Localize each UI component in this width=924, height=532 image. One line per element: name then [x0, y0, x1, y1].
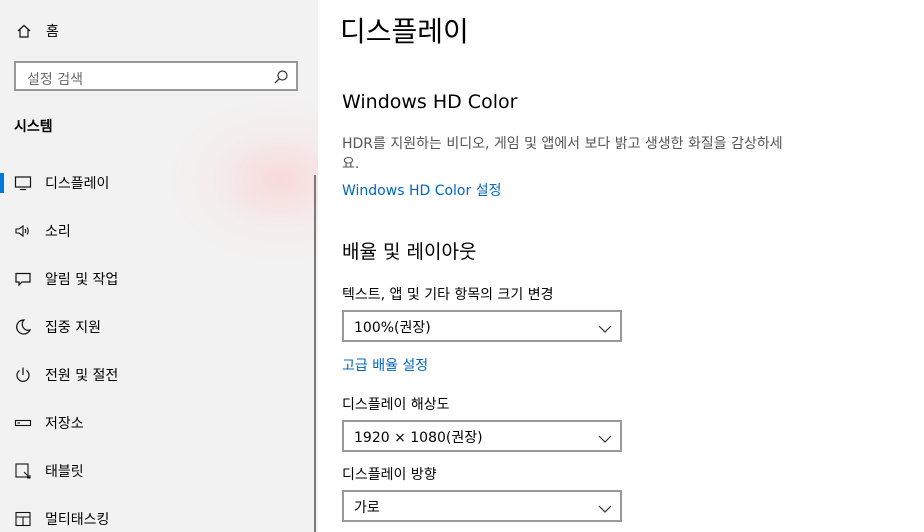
sidebar-item-focus-assist[interactable]: 집중 지원: [0, 309, 310, 345]
home-nav[interactable]: 홈: [14, 18, 59, 44]
scale-value: 100%(권장): [354, 320, 431, 336]
sidebar-item-label: 소리: [45, 224, 71, 240]
message-icon: [13, 269, 33, 289]
page-title: 디스플레이: [340, 15, 469, 48]
home-label: 홈: [46, 24, 59, 40]
advanced-scaling-link[interactable]: 고급 배율 설정: [342, 355, 428, 375]
chevron-down-icon: [598, 320, 612, 333]
hdr-description: HDR를 지원하는 비디오, 게임 및 앱에서 보다 밝고 생생한 화질을 감상…: [342, 136, 783, 172]
orientation-value: 가로: [354, 500, 380, 516]
sidebar: 홈 설정 검색 시스템 디스플레이 소리 알림 및 작업 집중 지원 전원 및 …: [0, 0, 318, 532]
chevron-down-icon: [598, 430, 612, 443]
sidebar-scrollbar[interactable]: [314, 175, 316, 532]
main-content: 디스플레이 Windows HD Color HDR를 지원하는 비디오, 게임…: [318, 0, 924, 532]
resolution-dropdown[interactable]: 1920 × 1080(권장): [342, 420, 622, 452]
moon-icon: [13, 317, 33, 337]
sidebar-item-sound[interactable]: 소리: [0, 213, 310, 249]
scale-label: 텍스트, 앱 및 기타 항목의 크기 변경: [342, 287, 554, 303]
sidebar-item-label: 알림 및 작업: [45, 272, 119, 288]
sidebar-item-multitasking[interactable]: 멀티태스킹: [0, 501, 310, 532]
scale-layout-heading: 배율 및 레이아웃: [342, 241, 477, 263]
drive-icon: [13, 413, 33, 433]
hdr-settings-link[interactable]: Windows HD Color 설정: [342, 180, 501, 200]
search-icon[interactable]: [273, 69, 289, 85]
sidebar-item-label: 디스플레이: [45, 176, 110, 192]
search-input[interactable]: 설정 검색: [14, 61, 298, 91]
speaker-icon: [13, 221, 33, 241]
hdr-heading: Windows HD Color: [342, 91, 518, 113]
sidebar-item-label: 태블릿: [45, 464, 84, 480]
sidebar-item-label: 멀티태스킹: [45, 512, 110, 528]
sidebar-item-label: 전원 및 절전: [45, 368, 119, 384]
tablet-icon: [13, 461, 33, 481]
scale-dropdown[interactable]: 100%(권장): [342, 310, 622, 342]
power-icon: [13, 365, 33, 385]
resolution-label: 디스플레이 해상도: [342, 397, 450, 413]
orientation-dropdown[interactable]: 가로: [342, 490, 622, 522]
section-title: 시스템: [14, 119, 53, 135]
active-indicator: [0, 173, 4, 193]
sidebar-item-storage[interactable]: 저장소: [0, 405, 310, 441]
sidebar-item-label: 저장소: [45, 416, 84, 432]
sidebar-item-display[interactable]: 디스플레이: [0, 165, 310, 201]
monitor-icon: [13, 173, 33, 193]
sidebar-item-notifications[interactable]: 알림 및 작업: [0, 261, 310, 297]
chevron-down-icon: [598, 500, 612, 513]
multitask-icon: [13, 509, 33, 529]
sidebar-item-label: 집중 지원: [45, 320, 101, 336]
orientation-label: 디스플레이 방향: [342, 467, 437, 483]
search-placeholder: 설정 검색: [27, 72, 83, 88]
sidebar-item-tablet[interactable]: 태블릿: [0, 453, 310, 489]
home-icon: [14, 21, 34, 41]
resolution-value: 1920 × 1080(권장): [354, 430, 483, 446]
sidebar-item-power[interactable]: 전원 및 절전: [0, 357, 310, 393]
